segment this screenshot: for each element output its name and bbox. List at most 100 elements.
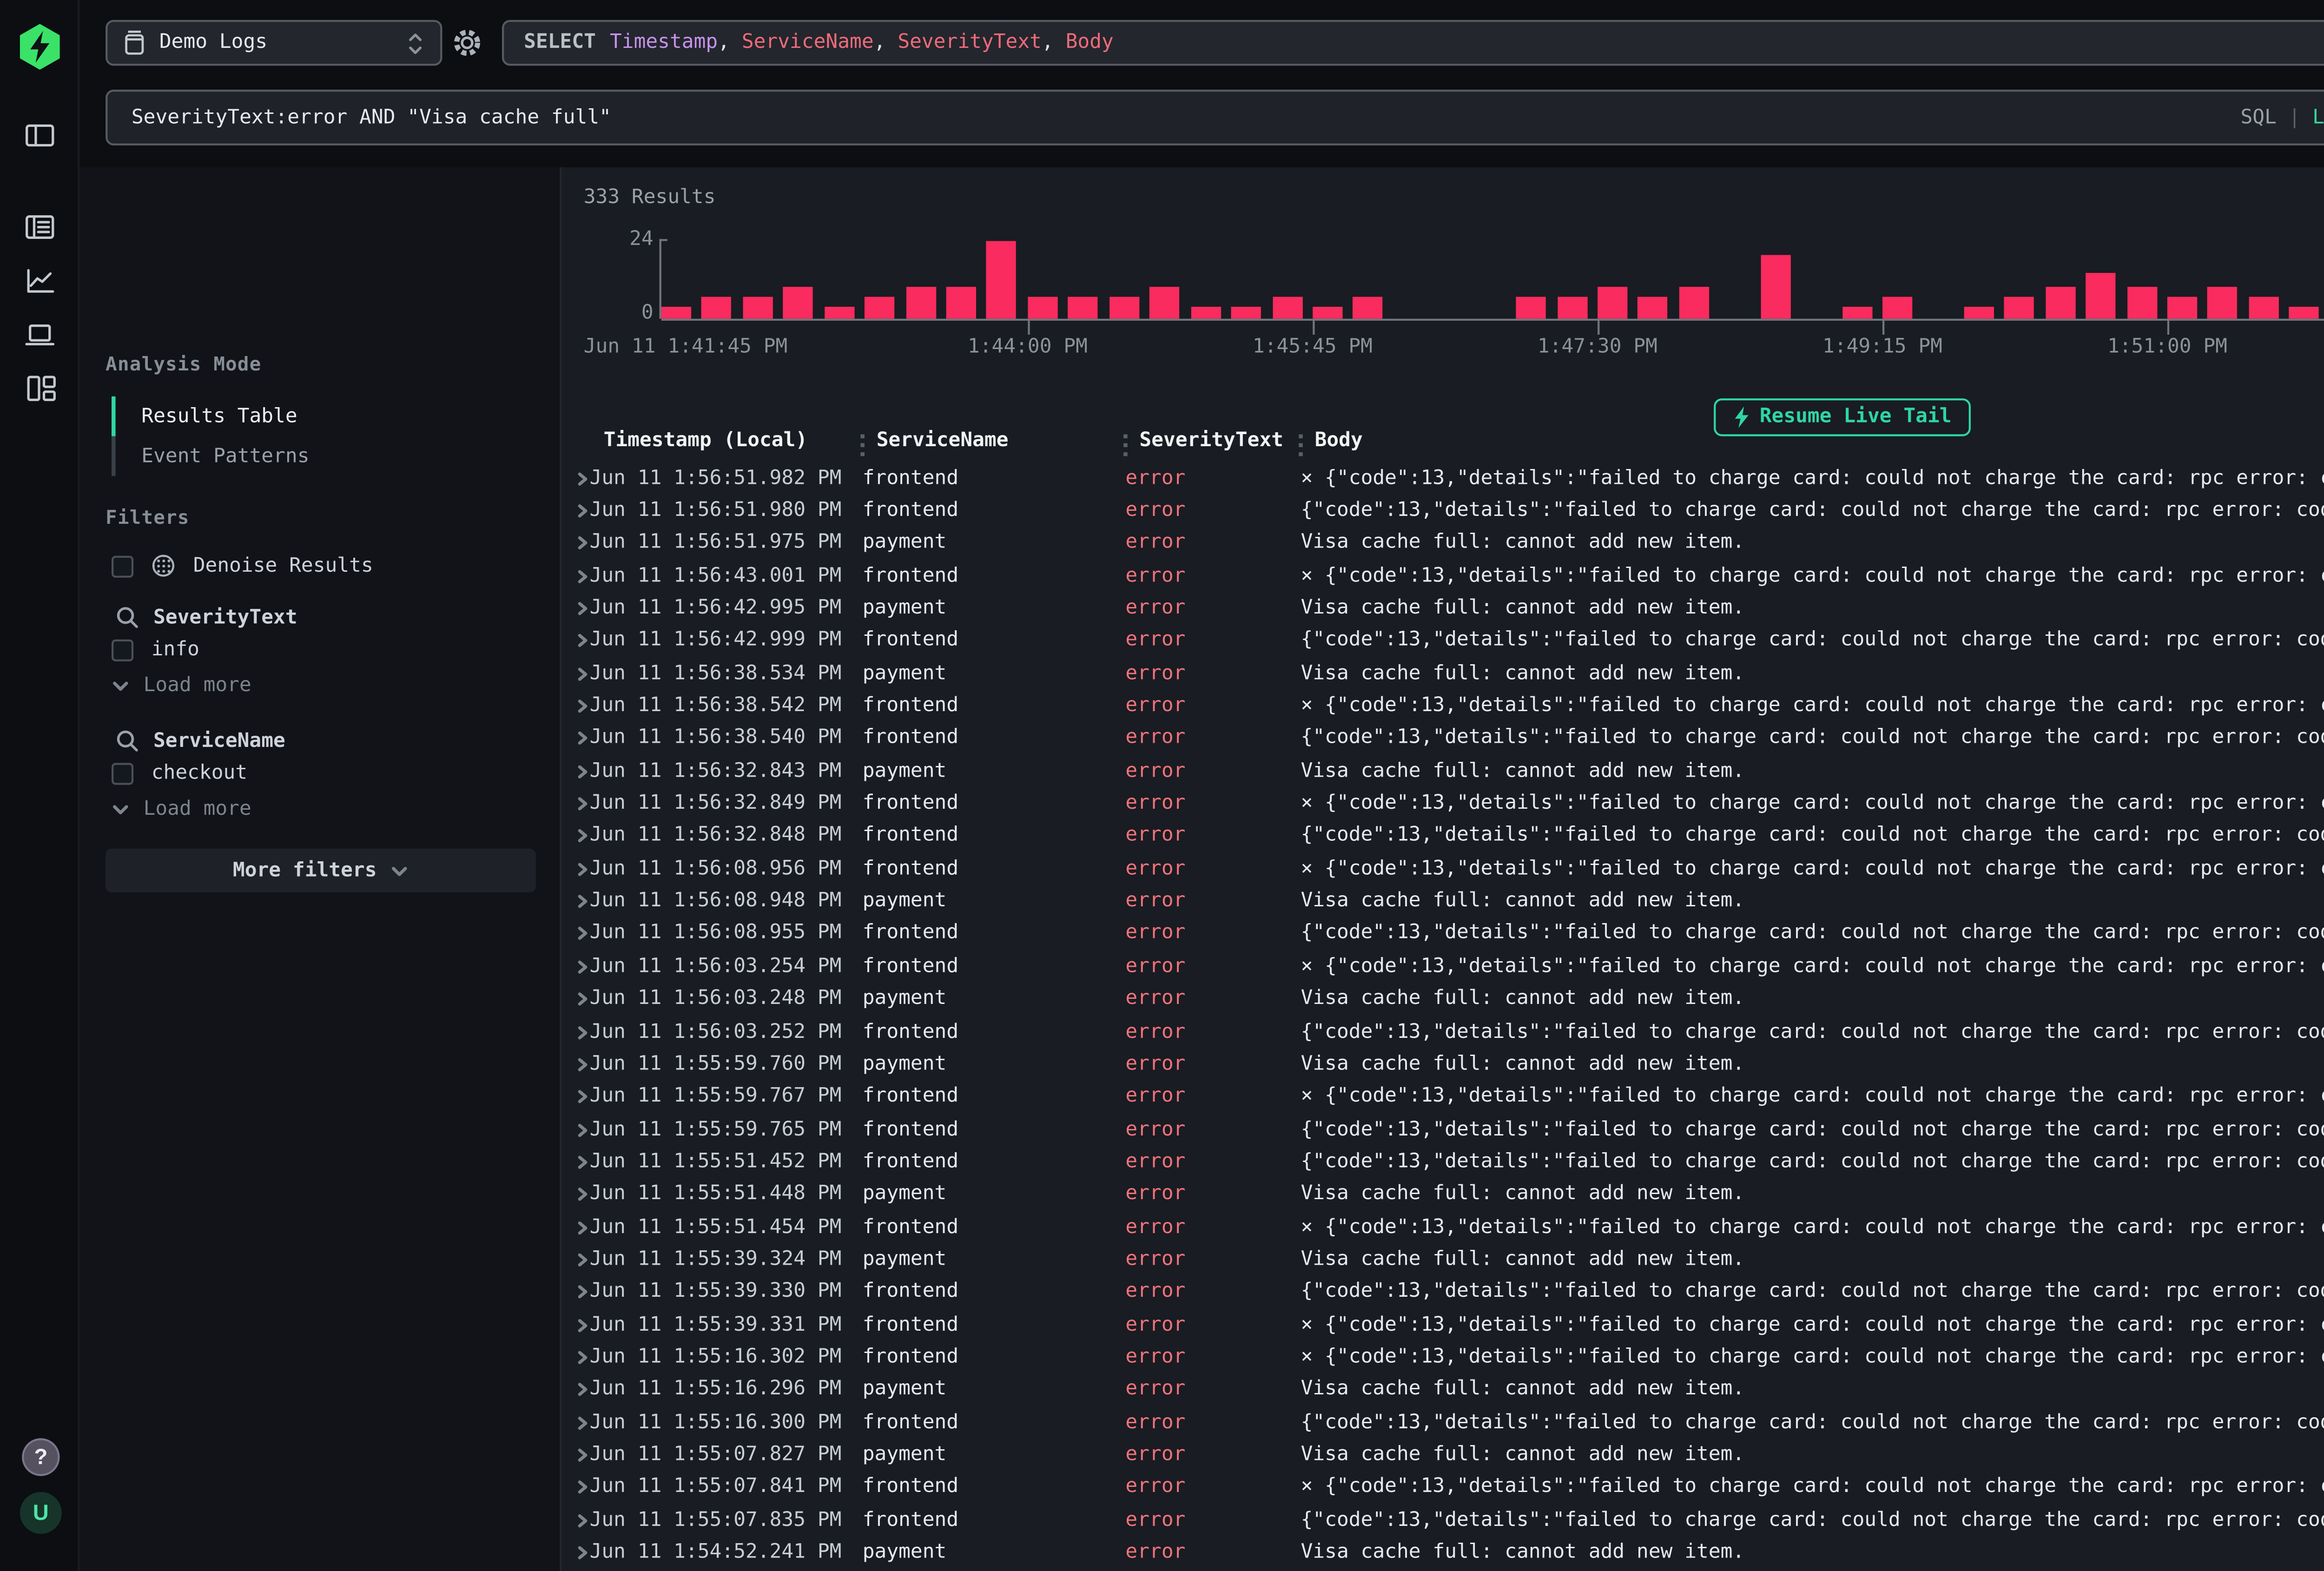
row-expand-icon[interactable] [562,732,590,746]
histogram-bar[interactable] [1882,296,1912,319]
language-toggle-sql[interactable]: SQL [2240,106,2276,128]
row-expand-icon[interactable] [562,1383,590,1397]
table-row[interactable]: Jun 11 1:55:07.835 PM frontend error {"c… [562,1504,2324,1537]
table-row[interactable]: Jun 11 1:55:16.296 PM payment error Visa… [562,1374,2324,1406]
row-expand-icon[interactable] [562,960,590,974]
histogram-bar[interactable] [1190,306,1220,319]
row-expand-icon[interactable] [562,862,590,876]
row-expand-icon[interactable] [562,569,590,583]
table-row[interactable]: Jun 11 1:55:39.331 PM frontend error × {… [562,1308,2324,1341]
table-row[interactable]: Jun 11 1:56:51.982 PM frontend error × {… [562,462,2324,495]
histogram-bar[interactable] [905,286,935,319]
row-expand-icon[interactable] [562,1416,590,1430]
histogram-bar[interactable] [2290,306,2319,319]
table-row[interactable]: Jun 11 1:56:51.980 PM frontend error {"c… [562,495,2324,527]
row-expand-icon[interactable] [562,1546,590,1560]
table-row[interactable]: Jun 11 1:55:16.302 PM frontend error × {… [562,1341,2324,1373]
results-histogram[interactable] [661,239,2324,318]
checkout-checkbox[interactable] [112,763,133,785]
col-body[interactable]: Body [1315,430,1363,452]
more-filters-button[interactable]: More filters [106,849,536,892]
histogram-bar[interactable] [1069,296,1098,319]
filter-option-checkout[interactable]: checkout [112,763,247,785]
row-expand-icon[interactable] [562,1481,590,1495]
table-row[interactable]: Jun 11 1:56:38.540 PM frontend error {"c… [562,723,2324,755]
load-more-servicename[interactable]: Load more [112,799,251,821]
histogram-bar[interactable] [987,241,1017,319]
table-row[interactable]: Jun 11 1:56:03.252 PM frontend error {"c… [562,1016,2324,1048]
info-checkbox[interactable] [112,640,133,661]
histogram-bar[interactable] [1272,296,1301,319]
table-row[interactable]: Jun 11 1:56:43.001 PM frontend error × {… [562,560,2324,592]
row-expand-icon[interactable] [562,830,590,844]
histogram-bar[interactable] [1598,286,1627,319]
table-row[interactable]: Jun 11 1:56:03.254 PM frontend error × {… [562,951,2324,983]
row-expand-icon[interactable] [562,700,590,713]
language-toggle-lucene[interactable]: Lucene [2312,106,2324,128]
source-select[interactable]: Demo Logs [106,20,442,66]
histogram-bar[interactable] [2005,296,2034,319]
table-row[interactable]: Jun 11 1:56:38.542 PM frontend error × {… [562,690,2324,723]
row-expand-icon[interactable] [562,1057,590,1071]
dashboards-icon[interactable] [20,369,60,409]
table-row[interactable]: Jun 11 1:55:07.827 PM payment error Visa… [562,1439,2324,1472]
row-expand-icon[interactable] [562,536,590,550]
histogram-bar[interactable] [2086,273,2116,318]
table-row[interactable]: Jun 11 1:56:38.534 PM payment error Visa… [562,658,2324,690]
table-row[interactable]: Jun 11 1:55:39.324 PM payment error Visa… [562,1243,2324,1276]
histogram-bar[interactable] [1028,296,1057,319]
row-expand-icon[interactable] [562,1253,590,1267]
row-expand-icon[interactable] [562,1155,590,1169]
table-row[interactable]: Jun 11 1:55:51.454 PM frontend error × {… [562,1211,2324,1243]
histogram-bar[interactable] [2167,296,2197,319]
row-expand-icon[interactable] [562,927,590,941]
mode-event-patterns[interactable]: Event Patterns [112,436,530,476]
row-expand-icon[interactable] [562,667,590,681]
histogram-bar[interactable] [1353,296,1383,319]
row-expand-icon[interactable] [562,1448,590,1462]
histogram-bar[interactable] [2208,286,2238,319]
table-row[interactable]: Jun 11 1:55:07.841 PM frontend error × {… [562,1472,2324,1504]
denoise-checkbox[interactable] [112,555,133,577]
histogram-bar[interactable] [2045,286,2075,319]
row-expand-icon[interactable] [562,765,590,779]
histogram-bar[interactable] [1842,306,1871,319]
histogram-bar[interactable] [1516,296,1546,319]
row-expand-icon[interactable] [562,1285,590,1299]
search-icon[interactable] [116,606,139,629]
table-row[interactable]: Jun 11 1:56:08.956 PM frontend error × {… [562,853,2324,885]
row-expand-icon[interactable] [562,1188,590,1201]
row-expand-icon[interactable] [562,895,590,909]
histogram-bar[interactable] [1760,254,1790,318]
col-servicename[interactable]: ServiceName [877,430,1009,452]
chart-icon[interactable] [20,261,60,301]
col-severitytext[interactable]: SeverityText [1139,430,1283,452]
histogram-bar[interactable] [1557,296,1586,319]
histogram-bar[interactable] [1964,306,1994,319]
column-resize-handle[interactable] [1299,434,1303,456]
search-logs-icon[interactable] [20,207,60,247]
col-timestamp[interactable]: Timestamp (Local) [604,430,808,452]
hyperdx-logo-icon[interactable] [18,24,62,70]
row-expand-icon[interactable] [562,471,590,485]
row-expand-icon[interactable] [562,992,590,1006]
histogram-bar[interactable] [1109,296,1139,319]
panel-toggle-icon[interactable] [20,116,60,156]
table-row[interactable]: Jun 11 1:55:51.448 PM payment error Visa… [562,1178,2324,1211]
table-row[interactable]: Jun 11 1:55:59.765 PM frontend error {"c… [562,1113,2324,1146]
sessions-icon[interactable] [20,315,60,355]
table-row[interactable]: Jun 11 1:56:32.843 PM payment error Visa… [562,755,2324,788]
avatar[interactable]: U [20,1492,62,1534]
histogram-bar[interactable] [702,296,732,319]
search-input[interactable]: SeverityText:error AND "Visa cache full"… [106,90,2324,145]
mode-results-table[interactable]: Results Table [112,396,530,436]
histogram-bar[interactable] [743,296,772,319]
table-row[interactable]: Jun 11 1:55:51.452 PM frontend error {"c… [562,1146,2324,1178]
table-row[interactable]: Jun 11 1:56:08.948 PM payment error Visa… [562,885,2324,918]
row-expand-icon[interactable] [562,634,590,648]
load-more-severitytext[interactable]: Load more [112,675,251,697]
row-expand-icon[interactable] [562,1351,590,1365]
gear-icon[interactable] [450,26,484,60]
table-row[interactable]: Jun 11 1:56:42.999 PM frontend error {"c… [562,625,2324,658]
row-expand-icon[interactable] [562,504,590,518]
